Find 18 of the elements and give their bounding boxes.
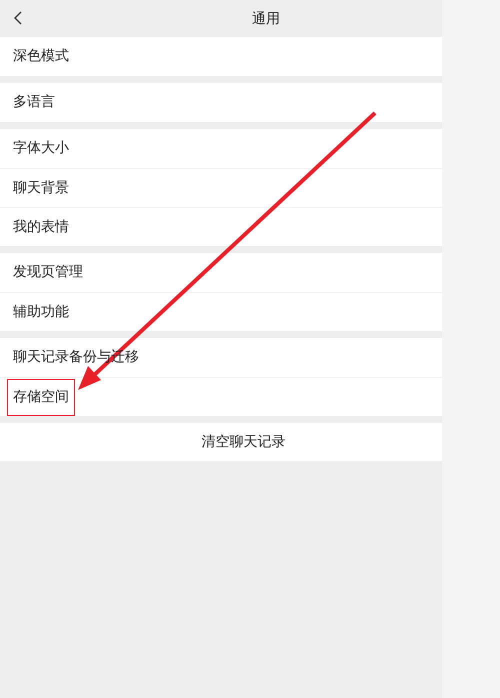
row-label: 多语言 (12, 93, 56, 112)
settings-row[interactable]: 字体大小 (0, 129, 442, 168)
settings-row[interactable]: 我的表情 (0, 207, 442, 246)
settings-row[interactable]: 聊天背景 (0, 168, 442, 207)
row-label: 发现页管理 (12, 263, 84, 282)
row-label: 我的表情 (12, 218, 70, 236)
clear-chat-history-button[interactable]: 清空聊天记录 (0, 423, 442, 461)
row-label: 字体大小 (12, 139, 70, 158)
page-title: 通用 (252, 10, 280, 29)
row-label: 深色模式 (12, 47, 70, 66)
settings-row[interactable]: 多语言 (0, 83, 442, 122)
settings-row[interactable]: 发现页管理 (0, 253, 442, 292)
row-label: 聊天背景 (12, 178, 70, 198)
row-label: 存储空间 (8, 380, 74, 414)
settings-row[interactable]: 辅助功能 (0, 292, 442, 331)
back-icon[interactable] (14, 11, 22, 25)
settings-row[interactable]: 深色模式 (0, 37, 442, 76)
row-label: 辅助功能 (12, 302, 70, 322)
